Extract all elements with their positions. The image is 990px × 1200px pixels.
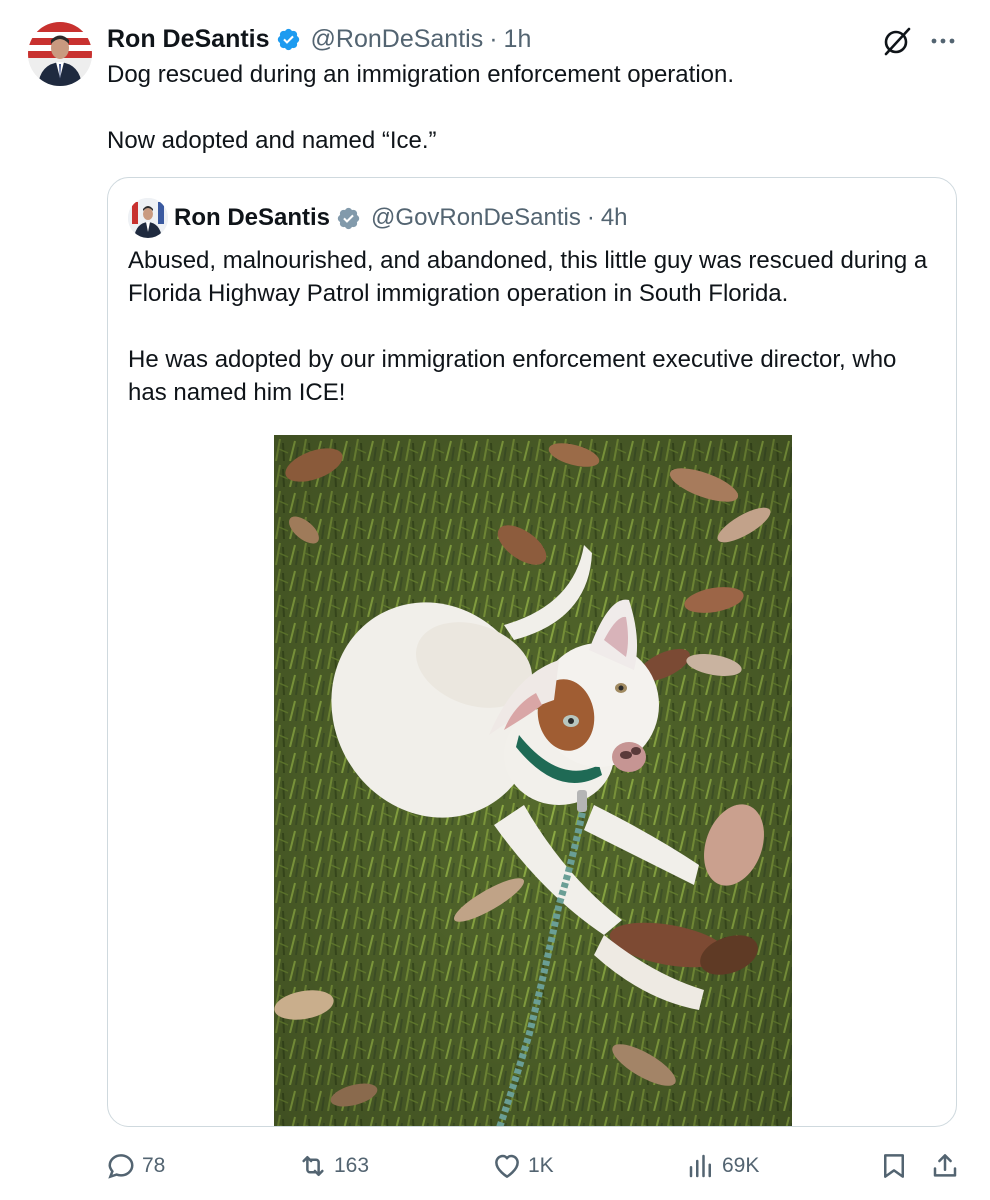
views-icon (689, 1154, 711, 1178)
more-icon[interactable] (928, 26, 958, 56)
quoted-post-text: Abused, malnourished, and abandoned, thi… (128, 247, 928, 406)
like-button[interactable]: 1K (492, 1148, 554, 1184)
separator-dot: · (489, 24, 498, 53)
author-avatar[interactable] (28, 22, 92, 86)
share-button[interactable] (928, 1148, 962, 1184)
grok-icon[interactable] (880, 24, 914, 58)
quoted-post-time[interactable]: 4h (601, 204, 628, 232)
post-time[interactable]: 1h (504, 25, 532, 54)
post-text: Dog rescued during an immigration enforc… (107, 61, 735, 154)
like-count: 1K (528, 1154, 554, 1177)
reply-button[interactable]: 78 (106, 1148, 165, 1184)
repost-button[interactable]: 163 (298, 1148, 369, 1184)
views-button[interactable]: 69K (686, 1148, 759, 1184)
bookmark-button[interactable] (877, 1148, 911, 1184)
repost-icon (302, 1156, 324, 1176)
quoted-post[interactable]: Ron DeSantis @GovRonDeSantis · 4h Abused… (107, 177, 957, 1127)
repost-count: 163 (334, 1154, 370, 1177)
gray-verified-badge-icon[interactable] (336, 206, 361, 231)
author-handle[interactable]: @RonDeSantis (311, 25, 484, 54)
verified-badge-icon[interactable] (276, 27, 301, 52)
author-header: Ron DeSantis @RonDeSantis · 1h (107, 22, 531, 56)
action-bar: 78 163 1K 69K (0, 1148, 990, 1184)
share-icon (933, 1154, 957, 1177)
tweet: Ron DeSantis @RonDeSantis · 1h Dog rescu… (0, 0, 990, 1200)
quoted-author-header: Ron DeSantis @GovRonDeSantis · 4h (174, 200, 628, 236)
heart-icon (495, 1154, 519, 1178)
quoted-author-handle[interactable]: @GovRonDeSantis (371, 204, 581, 232)
views-count: 69K (722, 1154, 760, 1177)
quoted-author-name[interactable]: Ron DeSantis (174, 204, 330, 232)
author-name[interactable]: Ron DeSantis (107, 25, 270, 54)
quoted-author-avatar[interactable] (128, 198, 168, 238)
post-photo[interactable] (274, 435, 792, 1126)
reply-count: 78 (142, 1154, 166, 1177)
reply-icon (108, 1154, 134, 1179)
quoted-separator-dot: · (586, 204, 595, 231)
bookmark-icon (884, 1154, 904, 1178)
